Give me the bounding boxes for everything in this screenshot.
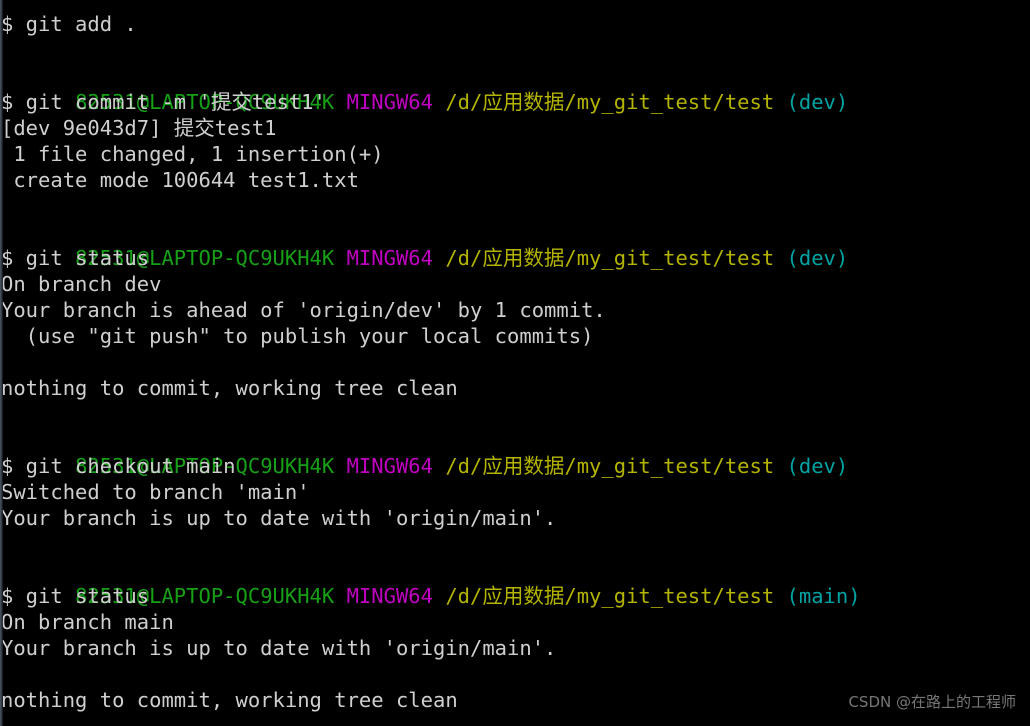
output-line: Your branch is up to date with 'origin/m… — [1, 506, 557, 530]
prompt-shell-name: MINGW64 — [346, 454, 433, 478]
output-line: On branch dev — [1, 272, 162, 296]
window-left-edge-scrollbar[interactable] — [0, 0, 3, 726]
prompt-line: 82531@LAPTOP-QC9UKH4K MINGW64 /d/应用数据/my… — [0, 219, 1030, 270]
command-line: $ git add . — [1, 12, 137, 36]
terminal-window: 82531@LAPTOP-QC9UKH4K MINGW64 /d/应用数据/my… — [0, 0, 1030, 726]
prompt-branch: (dev) — [786, 90, 849, 114]
output-line: Switched to branch 'main' — [1, 480, 310, 504]
prompt-path: /d/应用数据/my_git_test/test — [445, 90, 775, 114]
prompt-line: 82531@LAPTOP-QC9UKH4K MINGW64 /d/应用数据/my… — [0, 0, 1030, 11]
prompt-line: 82531@LAPTOP-QC9UKH4K MINGW64 /d/应用数据/my… — [0, 427, 1030, 478]
prompt-path: /d/应用数据/my_git_test/test — [445, 246, 775, 270]
prompt-branch: (dev) — [786, 454, 849, 478]
prompt-shell-name: MINGW64 — [346, 246, 433, 270]
output-line: [dev 9e043d7] 提交test1 — [1, 116, 277, 140]
output-line: (use "git push" to publish your local co… — [1, 324, 594, 348]
prompt-path: /d/应用数据/my_git_test/test — [445, 584, 775, 608]
output-line: 1 file changed, 1 insertion(+) — [1, 142, 384, 166]
prompt-branch: (dev) — [786, 246, 849, 270]
csdn-watermark: CSDN @在路上的工程师 — [848, 693, 1016, 711]
terminal-output-area[interactable]: 82531@LAPTOP-QC9UKH4K MINGW64 /d/应用数据/my… — [0, 0, 1030, 726]
prompt-shell-name: MINGW64 — [346, 584, 433, 608]
prompt-path: /d/应用数据/my_git_test/test — [445, 454, 775, 478]
output-line: Your branch is ahead of 'origin/dev' by … — [1, 298, 606, 322]
output-line: On branch main — [1, 610, 174, 634]
prompt-line: 82531@LAPTOP-QC9UKH4K MINGW64 /d/应用数据/my… — [0, 63, 1030, 114]
output-line: nothing to commit, working tree clean — [1, 376, 458, 400]
prompt-branch: (main) — [786, 584, 861, 608]
prompt-shell-name: MINGW64 — [346, 90, 433, 114]
prompt-line: 82531@LAPTOP-QC9UKH4K MINGW64 /d/应用数据/my… — [0, 557, 1030, 608]
output-line: Your branch is up to date with 'origin/m… — [1, 636, 557, 660]
output-line: create mode 100644 test1.txt — [1, 168, 359, 192]
